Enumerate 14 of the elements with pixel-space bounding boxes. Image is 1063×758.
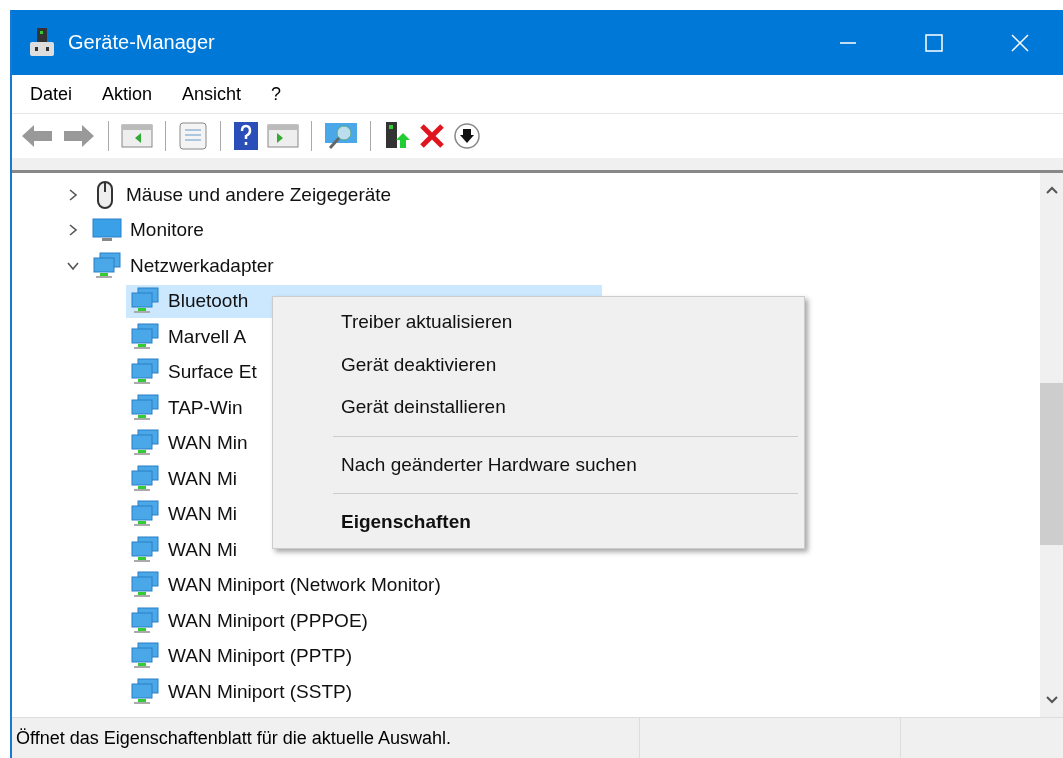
tree-item-label: TAP-Win <box>168 396 243 419</box>
tree-item-label: Surface Et <box>168 361 257 384</box>
tree-item-label: Marvell A <box>168 325 247 348</box>
tree-item-label: WAN Miniport (PPPOE) <box>168 609 368 632</box>
status-text: Öffnet das Eigenschaftenblatt für die aktuelle Auswahl. <box>15 727 452 749</box>
tree-item-label: Bluetooth <box>168 290 249 313</box>
tree-item-label: WAN Mi <box>168 538 237 561</box>
tree-item-label: WAN Miniport (Network Monitor) <box>168 574 441 597</box>
tree-item-label: WAN Mi <box>168 467 237 490</box>
tree-item-label: WAN Miniport (PPTP) <box>168 645 353 668</box>
tree-item-label: WAN Mi <box>168 503 237 526</box>
window-title: Geräte-Manager <box>68 31 215 54</box>
tree-item-label: WAN Min <box>168 432 248 455</box>
tree-item-label: WAN Miniport (SSTP) <box>168 680 353 703</box>
